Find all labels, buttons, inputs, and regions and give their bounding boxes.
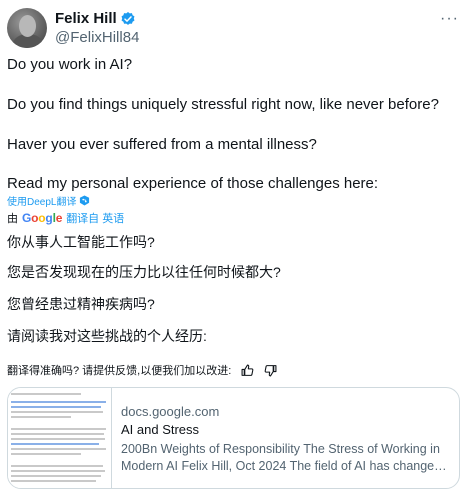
author-handle[interactable]: @FelixHill84 [55, 29, 139, 46]
deepl-icon [79, 195, 90, 206]
google-logo-letter: g [45, 211, 53, 225]
tweet-paragraph: Do you find things uniquely stressful ri… [7, 96, 439, 113]
translated-paragraph: 你从事人工智能工作吗? [7, 234, 155, 250]
verified-badge-icon [120, 11, 136, 27]
by-prefix: 由 [7, 213, 18, 225]
translated-from-label[interactable]: 翻译自 英语 [66, 210, 124, 226]
link-description-line: Modern AI Felix Hill, Oct 2024 The field… [121, 459, 451, 473]
author-display-name[interactable]: Felix Hill [55, 10, 117, 27]
link-title: AI and Stress [121, 422, 200, 437]
translation-feedback: 翻译得准确吗? 请提供反馈,以便我们加以改进: [7, 362, 277, 378]
tweet-paragraph: Haver you ever suffered from a mental il… [7, 136, 317, 153]
thumbs-up-icon[interactable] [241, 364, 254, 377]
link-domain: docs.google.com [121, 404, 220, 419]
tweet-paragraph: Read my personal experience of those cha… [7, 175, 379, 192]
translated-by-google: 由 Google 翻译自 英语 [7, 210, 124, 226]
link-preview-card[interactable]: docs.google.com AI and Stress 200Bn Weig… [7, 387, 460, 489]
feedback-prompt: 翻译得准确吗? 请提供反馈,以便我们加以改进: [7, 365, 232, 377]
link-description-line: 200Bn Weights of Responsibility The Stre… [121, 442, 440, 456]
tweet-header: Felix Hill @FelixHill84 ··· [7, 8, 459, 48]
more-options-icon[interactable]: ··· [440, 10, 459, 28]
google-logo-letter: e [55, 211, 63, 225]
link-preview-thumbnail[interactable] [8, 388, 112, 488]
deepl-translate-label[interactable]: 使用DeepL翻译 [7, 193, 76, 208]
author-name-row: Felix Hill [55, 10, 136, 27]
avatar[interactable] [7, 8, 47, 48]
google-logo-letter: G [22, 211, 32, 225]
translated-paragraph: 请阅读我对这些挑战的个人经历: [7, 328, 207, 344]
deepl-translate-link[interactable]: 使用DeepL翻译 [7, 193, 90, 208]
tweet-paragraph: Do you work in AI? [7, 56, 133, 73]
google-logo: Google [22, 211, 62, 225]
thumbs-down-icon[interactable] [264, 364, 277, 377]
translated-paragraph: 您曾经患过精神疾病吗? [7, 296, 155, 312]
link-description: 200Bn Weights of Responsibility The Stre… [121, 441, 451, 475]
translated-paragraph: 您是否发现现在的压力比以往任何时候都大? [7, 264, 281, 280]
